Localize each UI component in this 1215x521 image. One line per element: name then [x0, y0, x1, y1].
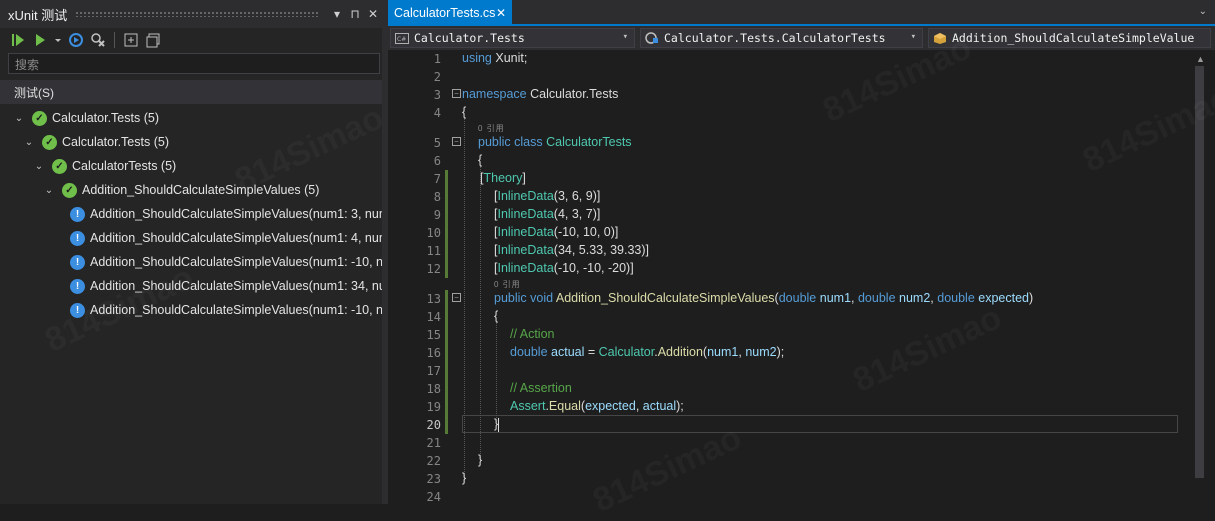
tree-item[interactable]: ⌄ ✓ CalculatorTests (5) [32, 154, 176, 178]
not-run-info-icon: ! [70, 206, 85, 222]
search-input[interactable]: 搜索 [8, 53, 380, 74]
code-line: double actual = Calculator.Addition(num1… [510, 345, 785, 359]
pin-icon[interactable]: ⊓ [346, 7, 364, 21]
code-line: // Action [510, 327, 555, 341]
scroll-up-icon[interactable]: ▲ [1196, 54, 1205, 64]
drag-grip[interactable] [75, 11, 320, 17]
chevron-down-icon[interactable]: ⌄ [12, 113, 26, 124]
collapse-all-icon[interactable] [145, 32, 161, 48]
tree-item[interactable]: ! Addition_ShouldCalculateSimpleValues(n… [70, 250, 382, 274]
debug-tests-icon[interactable] [68, 32, 84, 48]
cancel-run-icon[interactable] [90, 32, 106, 48]
code-line: public class CalculatorTests [478, 135, 632, 149]
close-panel-icon[interactable]: ✕ [364, 7, 382, 21]
code-line: [InlineData(4, 3, 7)] [494, 207, 601, 221]
passed-check-icon: ✓ [32, 110, 47, 126]
chevron-down-icon[interactable]: ⌄ [32, 161, 46, 172]
test-toolbar [0, 28, 382, 52]
code-line: { [478, 153, 483, 167]
code-line: using Xunit; [462, 51, 528, 65]
tree-item-label: Addition_ShouldCalculateSimpleValues (5) [82, 183, 320, 197]
passed-check-icon: ✓ [52, 158, 67, 174]
tree-item-label: Addition_ShouldCalculateSimpleValues(num… [90, 207, 382, 221]
panel-dropdown-icon[interactable]: ▾ [328, 7, 346, 21]
run-dropdown-icon[interactable] [54, 32, 62, 48]
code-line: [InlineData(3, 6, 9)] [494, 189, 601, 203]
passed-check-icon: ✓ [42, 134, 57, 150]
tree-item[interactable]: ⌄ ✓ Calculator.Tests (5) [12, 106, 159, 130]
not-run-info-icon: ! [70, 254, 85, 270]
code-line: Assert.Equal(expected, actual); [510, 399, 684, 413]
not-run-info-icon: ! [70, 278, 85, 294]
run-icon[interactable] [32, 32, 48, 48]
code-line: [InlineData(-10, 10, 0)] [494, 225, 619, 239]
code-line: } [462, 471, 467, 485]
code-line: [InlineData(34, 5.33, 39.33)] [494, 243, 649, 257]
tests-group-header[interactable]: 测试(S) [0, 80, 382, 104]
tree-item[interactable]: ⌄ ✓ Calculator.Tests (5) [22, 130, 169, 154]
tree-item-label: Addition_ShouldCalculateSimpleValues(num… [90, 231, 382, 245]
code-line: } [478, 453, 483, 467]
tree-item-label: Calculator.Tests (5) [52, 111, 159, 125]
code-line: [Theory] [480, 171, 526, 185]
code-line: { [494, 309, 499, 323]
code-line: namespace Calculator.Tests [462, 87, 619, 101]
not-run-info-icon: ! [70, 230, 85, 246]
panel-title: xUnit 测试 [8, 7, 68, 23]
code-area[interactable]: using Xunit; namespace Calculator.Tests … [388, 0, 1215, 504]
code-line: // Assertion [510, 381, 572, 395]
tree-item-label: CalculatorTests (5) [72, 159, 177, 173]
code-line: { [462, 105, 467, 119]
chevron-down-icon[interactable]: ⌄ [22, 137, 36, 148]
tree-item[interactable]: ! Addition_ShouldCalculateSimpleValues(n… [70, 226, 382, 250]
tree-item[interactable]: ! Addition_ShouldCalculateSimpleValues(n… [70, 202, 382, 226]
test-explorer-panel: xUnit 测试 ▾ ⊓ ✕ 搜索 测试(S) ⌄ ✓ Calculator.T… [0, 0, 382, 504]
run-all-icon[interactable] [10, 32, 26, 48]
chevron-down-icon[interactable]: ⌄ [42, 185, 56, 196]
tree-item-label: Addition_ShouldCalculateSimpleValues(num… [90, 255, 382, 269]
panel-title-bar: xUnit 测试 ▾ ⊓ ✕ [0, 0, 382, 28]
code-line: } [494, 417, 500, 432]
passed-check-icon: ✓ [62, 182, 77, 198]
code-editor: CalculatorTests.cs ✕ ⌄ C# Calculator.Tes… [388, 0, 1215, 504]
code-line: [InlineData(-10, -10, -20)] [494, 261, 634, 275]
code-line: public void Addition_ShouldCalculateSimp… [494, 291, 1034, 305]
tree-item-label: Calculator.Tests (5) [62, 135, 169, 149]
toolbar-separator [114, 32, 115, 48]
expand-all-icon[interactable] [123, 32, 139, 48]
